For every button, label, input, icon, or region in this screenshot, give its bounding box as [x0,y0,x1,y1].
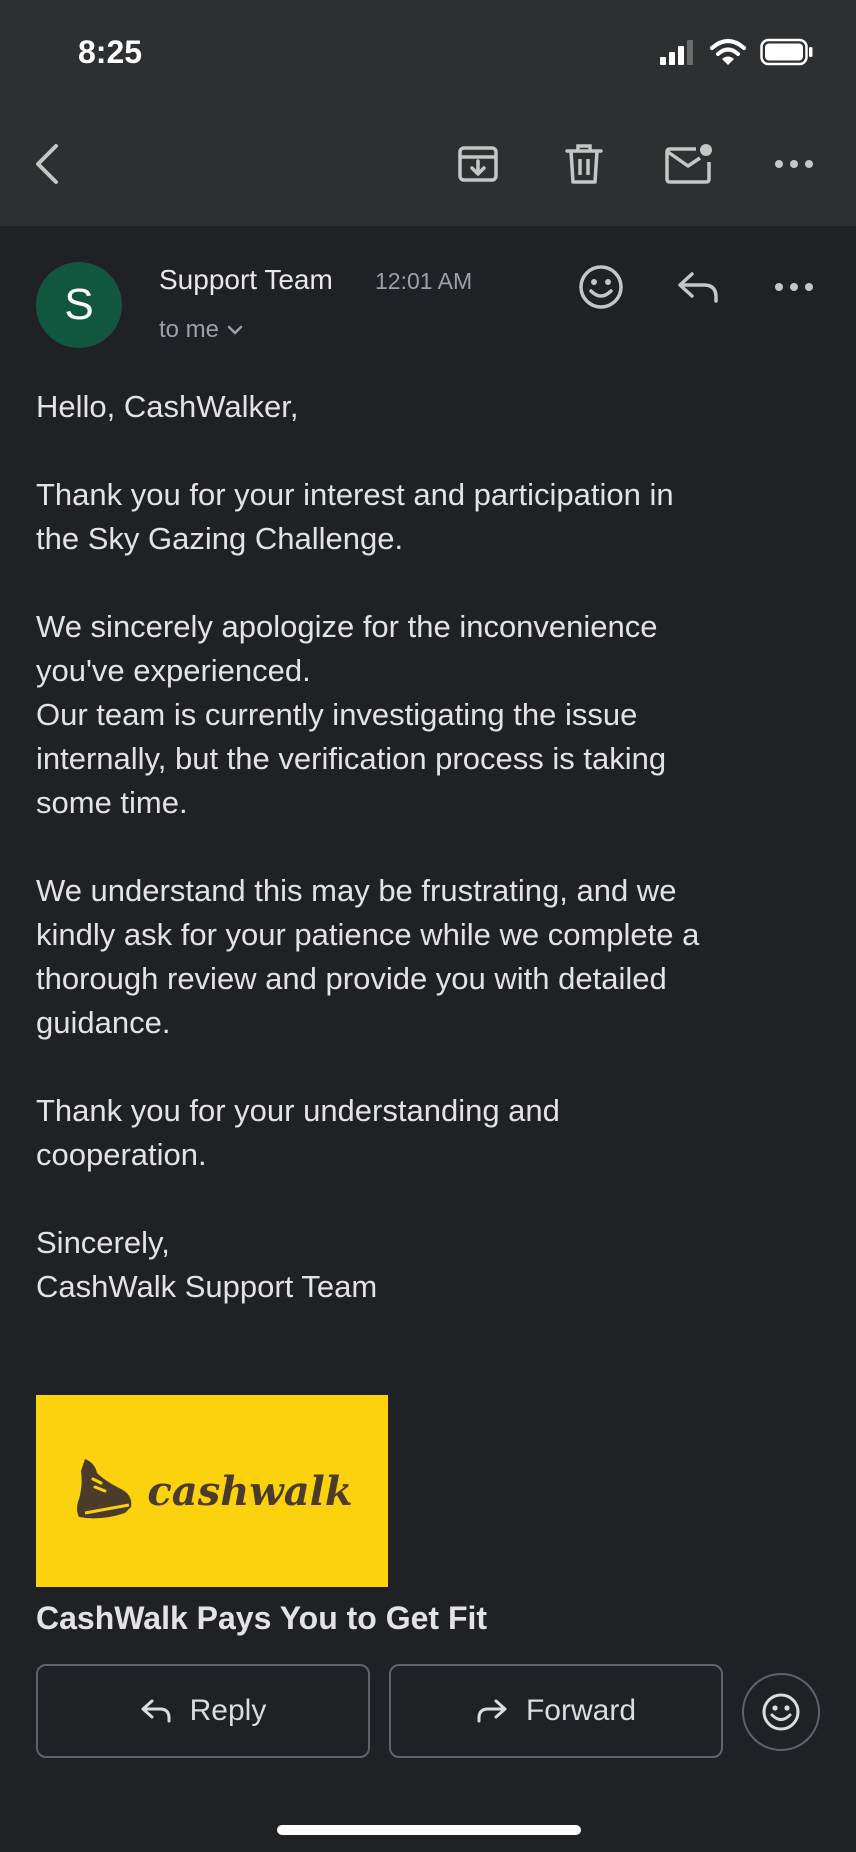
recipient-details-toggle[interactable]: to me [159,316,243,344]
body-paragraph: Thank you for your understanding and coo… [36,1093,560,1172]
body-paragraph: We sincerely apologize for the inconveni… [36,609,667,820]
smiley-icon [762,1693,800,1731]
delete-button[interactable] [548,128,620,200]
back-arrow-icon [36,144,58,184]
chevron-down-icon [227,325,243,335]
archive-button[interactable] [442,128,514,200]
mail-unread-icon [665,144,712,184]
sender-avatar[interactable]: S [36,262,122,348]
banner-logo-text: cashwalk [147,1467,353,1515]
status-time: 8:25 [78,34,143,70]
body-paragraph: We understand this may be frustrating, a… [36,873,700,1040]
battery-icon [760,38,813,66]
recipient-label: to me [159,316,220,343]
more-horizontal-icon [775,283,813,291]
more-options-button[interactable] [758,128,830,200]
body-paragraph: Sincerely, CashWalk Support Team [36,1225,378,1304]
status-bar: 8:25 [0,0,856,100]
forward-icon [477,1699,507,1723]
message-body: Hello, CashWalker, Thank you for your in… [36,385,836,1353]
signal-icon [660,40,693,65]
trash-icon [565,144,603,184]
status-icons [660,38,814,66]
message-header: S Support Team 12:01 AM to me [0,226,856,366]
smiley-icon [579,265,623,309]
back-button[interactable] [12,128,84,200]
reply-label: Reply [189,1694,267,1727]
wifi-icon [710,39,746,65]
shoe-logo-icon [77,1459,132,1519]
home-indicator[interactable] [277,1825,581,1835]
more-horizontal-icon [775,160,813,168]
react-emoji-button[interactable] [570,256,632,318]
body-paragraph: Hello, CashWalker, [36,389,299,424]
message-more-button[interactable] [763,256,825,318]
reply-icon [141,1699,171,1723]
sent-time: 12:01 AM [375,268,473,294]
email-toolbar [0,100,856,226]
forward-button[interactable]: Forward [389,1664,723,1758]
promo-title: CashWalk Pays You to Get Fit [36,1600,488,1636]
reply-button[interactable]: Reply [36,1664,370,1758]
sender-name: Support Team [159,264,333,295]
cashwalk-banner[interactable]: cashwalk [36,1395,388,1587]
mark-unread-button[interactable] [653,128,725,200]
body-paragraph: Thank you for your interest and particip… [36,477,674,556]
archive-icon [458,146,498,182]
emoji-reaction-button[interactable] [742,1673,820,1751]
reply-icon [678,272,718,303]
forward-label: Forward [525,1694,637,1727]
reply-header-button[interactable] [667,256,729,318]
